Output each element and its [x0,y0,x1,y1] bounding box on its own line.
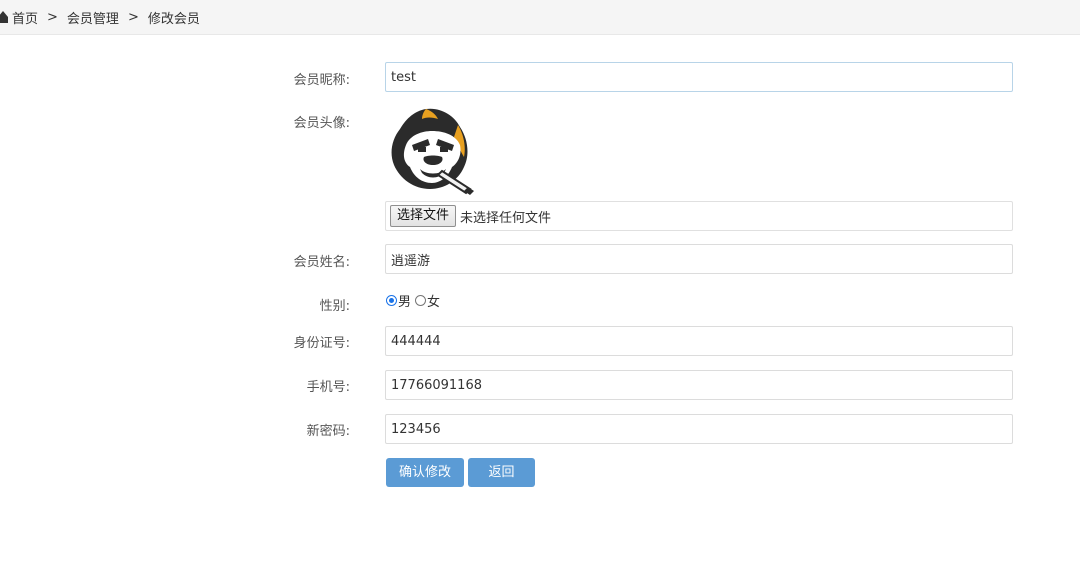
breadcrumb-member-management[interactable]: 会员管理 [67,8,119,27]
home-icon [0,11,8,23]
phone-input[interactable] [385,370,1013,400]
gorilla-avatar-image [391,108,474,195]
gender-label: 性别: [319,299,350,314]
breadcrumb-home[interactable]: 首页 [12,8,38,27]
nickname-input[interactable] [385,62,1013,92]
new-password-input[interactable] [385,414,1013,444]
gender-option-male-label[interactable]: 男 [398,291,411,310]
nickname-label: 会员昵称: [293,73,350,88]
confirm-edit-button[interactable]: 确认修改 [386,458,464,487]
breadcrumb: 首页 > 会员管理 > 修改会员 [0,0,1080,35]
gender-radio-male[interactable] [386,295,397,306]
back-button[interactable]: 返回 [468,458,535,487]
gender-radio-female[interactable] [415,295,427,306]
avatar-file-chooser: 选择文件 未选择任何文件 [385,201,1013,231]
gender-option-female-label[interactable]: 女 [427,291,440,310]
password-label: 新密码: [306,424,350,439]
gender-radio-group: 男 女 [386,291,444,310]
name-input[interactable] [385,244,1013,274]
breadcrumb-edit-member: 修改会员 [147,11,200,27]
id-number-input[interactable] [385,326,1013,356]
choose-file-button[interactable]: 选择文件 [390,205,457,227]
file-status-text: 未选择任何文件 [460,210,552,226]
breadcrumb-separator: > [127,9,139,25]
name-label: 会员姓名: [293,255,350,270]
id-number-label: 身份证号: [293,336,350,351]
breadcrumb-separator: > [47,9,58,25]
avatar-label: 会员头像: [293,116,350,131]
phone-label: 手机号: [306,380,350,395]
